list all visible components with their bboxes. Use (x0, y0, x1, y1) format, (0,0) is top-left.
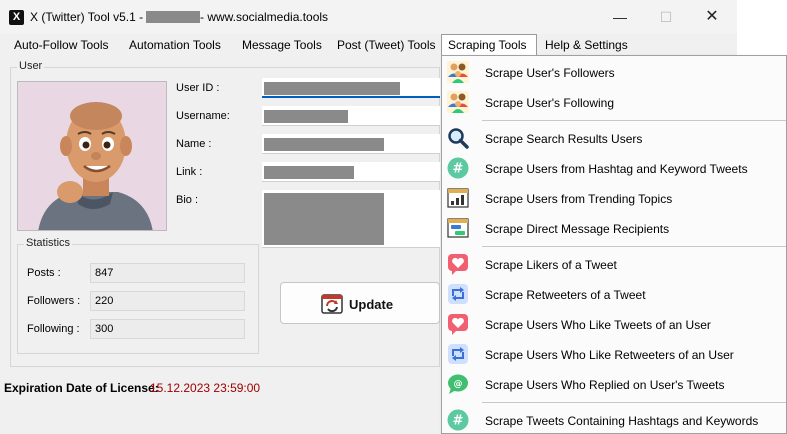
update-button-label: Update (349, 297, 394, 312)
link-field[interactable] (262, 162, 440, 182)
menu-item-scrape-hashtag-tweets[interactable]: # Scrape Tweets Containing Hashtags and … (442, 405, 786, 434)
menu-item-label: Scrape User's Followers (485, 66, 615, 80)
menu-item-label: Scrape Users from Hashtag and Keyword Tw… (485, 162, 748, 176)
posts-label: Posts : (27, 267, 61, 279)
update-button[interactable]: Update (280, 282, 440, 324)
redacted-title-block (146, 11, 200, 23)
magnifier-icon (448, 128, 469, 149)
menu-item-label: Scrape Users from Trending Topics (485, 192, 673, 206)
menu-item-label: Scrape Search Results Users (485, 132, 643, 146)
avatar (17, 81, 167, 231)
menu-automation-tools[interactable]: Automation Tools (123, 34, 227, 56)
menu-item-scrape-following[interactable]: Scrape User's Following (442, 87, 786, 117)
following-label: Following : (27, 323, 80, 335)
window-title: X (Twitter) Tool v5.1 - (30, 10, 144, 24)
menu-item-scrape-likers[interactable]: Scrape Likers of a Tweet (442, 249, 786, 279)
menu-post-tweet-tools[interactable]: Post (Tweet) Tools (331, 34, 441, 56)
redacted-value (264, 110, 348, 123)
menu-item-label: Scrape Tweets Containing Hashtags and Ke… (485, 414, 759, 428)
menu-auto-follow-tools[interactable]: Auto-Follow Tools (8, 34, 115, 56)
license-expiration-label: Expiration Date of License: (4, 381, 159, 395)
user-group-title: User (17, 60, 45, 72)
avatar-image (18, 82, 166, 230)
username-field[interactable] (262, 106, 440, 126)
menu-message-tools[interactable]: Message Tools (236, 34, 328, 56)
menu-item-scrape-retweeters[interactable]: Scrape Retweeters of a Tweet (442, 279, 786, 309)
statistics-group-title: Statistics (24, 237, 73, 249)
menu-separator (482, 120, 786, 121)
menu-item-label: Scrape Users Who Like Retweeters of an U… (485, 348, 734, 362)
maximize-button[interactable]: ☐ (643, 0, 689, 34)
posts-value: 847 (90, 263, 245, 283)
heart-icon (448, 314, 468, 335)
heart-icon (448, 254, 468, 275)
license-expiration-date: 15.12.2023 23:59:00 (150, 381, 261, 395)
user-id-label: User ID : (176, 82, 220, 94)
users-group-icon (447, 61, 469, 83)
redacted-value (264, 193, 384, 245)
menu-item-scrape-trending-topics[interactable]: Scrape Users from Trending Topics (442, 183, 786, 213)
menu-scraping-tools[interactable]: Scraping Tools (441, 34, 537, 56)
menu-bar: Auto-Follow Tools Automation Tools Messa… (0, 34, 737, 56)
redacted-value (264, 138, 384, 151)
x-logo-icon: X (9, 10, 24, 25)
hashtag-icon: # (447, 157, 469, 179)
svg-text:@: @ (454, 380, 463, 390)
scraping-tools-dropdown: Scrape User's Followers Scrape User's Fo… (441, 55, 787, 434)
close-button[interactable]: ✕ (689, 0, 735, 34)
menu-help-settings[interactable]: Help & Settings (539, 34, 634, 56)
menu-item-scrape-search-results[interactable]: Scrape Search Results Users (442, 123, 786, 153)
following-value: 300 (90, 319, 245, 339)
menu-item-scrape-hashtag-users[interactable]: # Scrape Users from Hashtag and Keyword … (442, 153, 786, 183)
user-id-field[interactable] (262, 78, 440, 98)
username-label: Username: (176, 110, 230, 122)
menu-item-label: Scrape Likers of a Tweet (485, 258, 617, 272)
link-label: Link : (176, 166, 203, 178)
name-field[interactable] (262, 134, 440, 154)
hashtag-icon: # (447, 409, 469, 431)
retweet-icon (448, 284, 468, 304)
followers-value: 220 (90, 291, 245, 311)
menu-item-label: Scrape User's Following (485, 96, 615, 110)
menu-item-label: Scrape Retweeters of a Tweet (485, 288, 646, 302)
menu-item-scrape-followers[interactable]: Scrape User's Followers (442, 57, 786, 87)
svg-text:#: # (453, 162, 464, 177)
reply-at-icon: @ (448, 374, 468, 394)
name-label: Name : (176, 138, 212, 150)
retweet-icon (448, 344, 468, 364)
redacted-value (264, 82, 400, 95)
trending-chart-icon (447, 188, 469, 208)
menu-item-scrape-user-tweet-likers[interactable]: Scrape Users Who Like Tweets of an User (442, 309, 786, 339)
refresh-window-icon (321, 294, 343, 314)
bio-label: Bio : (176, 194, 199, 206)
license-status-bar: Expiration Date of License: 15.12.2023 2… (0, 377, 440, 397)
menu-separator (482, 402, 786, 403)
menu-item-scrape-repliers[interactable]: @ Scrape Users Who Replied on User's Twe… (442, 369, 786, 399)
followers-label: Followers : (27, 295, 81, 307)
menu-item-label: Scrape Direct Message Recipients (485, 222, 670, 236)
menu-item-label: Scrape Users Who Like Tweets of an User (485, 318, 711, 332)
minimize-button[interactable]: — (597, 0, 643, 34)
menu-item-scrape-dm-recipients[interactable]: Scrape Direct Message Recipients (442, 213, 786, 243)
direct-message-icon (447, 218, 469, 238)
menu-item-scrape-user-retweet-likers[interactable]: Scrape Users Who Like Retweeters of an U… (442, 339, 786, 369)
users-group-icon (447, 91, 469, 113)
svg-text:#: # (453, 414, 464, 429)
menu-item-label: Scrape Users Who Replied on User's Tweet… (485, 378, 725, 392)
window-title-site: - www.socialmedia.tools (200, 10, 329, 24)
redacted-value (264, 166, 354, 179)
title-bar: X X (Twitter) Tool v5.1 - - www.socialme… (0, 0, 737, 34)
menu-separator (482, 246, 786, 247)
bio-field[interactable] (262, 190, 440, 248)
